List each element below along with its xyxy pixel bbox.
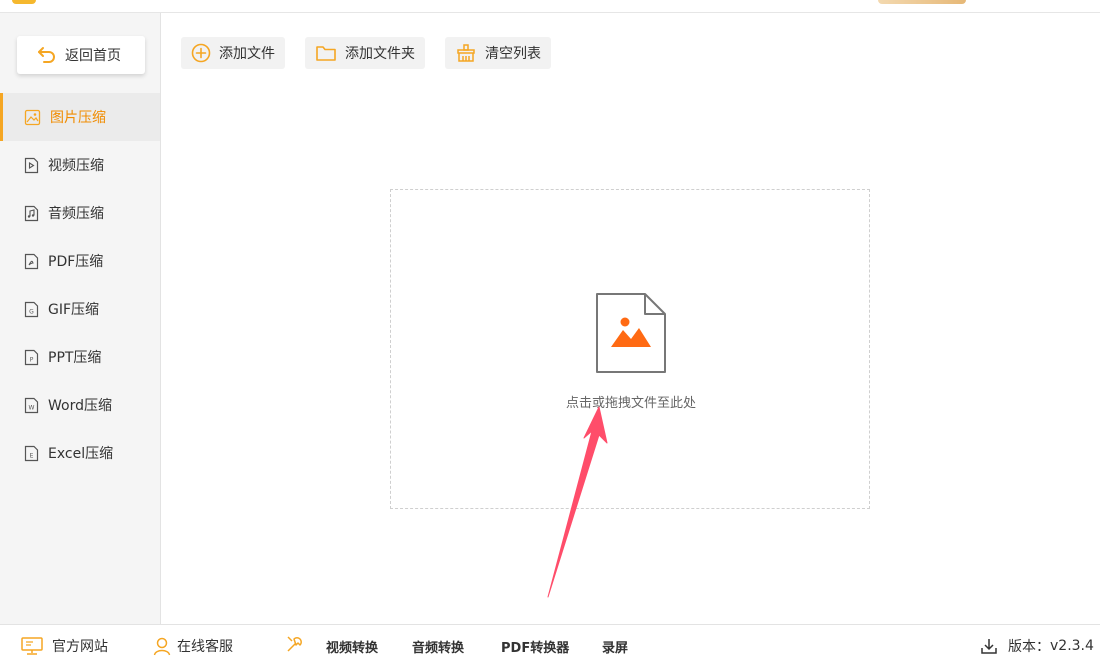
audio-convert-label: 音频转换 (412, 640, 465, 656)
sidebar-item-label: Word压缩 (48, 398, 112, 414)
plus-circle-icon (191, 43, 211, 63)
user-icon (152, 636, 172, 656)
version-label: 版本： (1008, 639, 1050, 655)
add-file-label: 添加文件 (219, 46, 275, 62)
sidebar-item-excel[interactable]: E Excel压缩 (0, 429, 160, 477)
svg-text:W: W (29, 404, 35, 411)
audio-file-icon (24, 205, 39, 222)
title-bar (0, 0, 1100, 13)
drop-hint: 点击或拖拽文件至此处 (565, 396, 696, 411)
clear-list-button[interactable]: 清空列表 (445, 37, 551, 69)
website-link[interactable]: 官方网站 (20, 625, 108, 666)
sidebar-item-pdf[interactable]: PDF压缩 (0, 237, 160, 285)
support-label: 在线客服 (177, 639, 233, 655)
pdf-converter-link[interactable]: PDF转换器 (501, 625, 569, 666)
sidebar-item-gif[interactable]: G GIF压缩 (0, 285, 160, 333)
audio-convert-link[interactable]: 音频转换 (412, 625, 464, 666)
excel-file-icon: E (24, 445, 39, 462)
screen-record-label: 录屏 (602, 640, 629, 656)
broom-icon (455, 43, 477, 63)
pdf-file-icon (24, 253, 39, 270)
website-label: 官方网站 (52, 639, 108, 655)
gif-file-icon: G (24, 301, 39, 318)
version-info[interactable]: 版本： v2.3.4 (980, 625, 1094, 666)
video-convert-link[interactable]: 视频转换 (326, 625, 378, 666)
clear-list-label: 清空列表 (485, 46, 541, 62)
top-pill-button[interactable] (878, 0, 966, 4)
sidebar-item-audio[interactable]: 音频压缩 (0, 189, 160, 237)
sidebar-item-word[interactable]: W Word压缩 (0, 381, 160, 429)
word-file-icon: W (24, 397, 39, 414)
add-file-button[interactable]: 添加文件 (181, 37, 285, 69)
add-folder-label: 添加文件夹 (345, 46, 415, 62)
file-drop-zone[interactable]: 点击或拖拽文件至此处 (390, 189, 870, 509)
support-link[interactable]: 在线客服 (152, 625, 233, 666)
back-home-button[interactable]: 返回首页 (17, 36, 145, 74)
ppt-file-icon: P (24, 349, 39, 366)
sidebar-item-label: 图片压缩 (50, 110, 106, 126)
status-bar: 官方网站 在线客服 视频转换 音频转换 PDF转换器 录屏 版本： v2.3.4 (0, 624, 1100, 666)
version-value: v2.3.4 (1050, 638, 1094, 654)
svg-text:E: E (30, 452, 34, 459)
sidebar-item-image[interactable]: 图片压缩 (0, 93, 160, 141)
sidebar-item-label: 音频压缩 (48, 206, 104, 222)
sidebar-item-ppt[interactable]: P PPT压缩 (0, 333, 160, 381)
monitor-icon (20, 636, 44, 656)
sidebar-item-label: PDF压缩 (48, 254, 104, 270)
svg-text:G: G (29, 308, 34, 315)
sidebar-item-label: Excel压缩 (48, 446, 114, 462)
app-logo (12, 0, 36, 4)
sidebar-item-video[interactable]: 视频压缩 (0, 141, 160, 189)
tools-icon (284, 633, 306, 655)
sidebar-item-label: PPT压缩 (48, 350, 102, 366)
video-file-icon (24, 157, 39, 174)
pdf-converter-label: PDF转换器 (501, 640, 570, 656)
sidebar-item-label: GIF压缩 (48, 302, 100, 318)
sidebar-nav: 图片压缩 视频压缩 音频压缩 PDF压缩 G GIF压缩 P PPT压缩 W W… (0, 93, 160, 477)
image-document-icon (595, 292, 667, 374)
sidebar-item-label: 视频压缩 (48, 158, 104, 174)
folder-icon (315, 43, 337, 63)
svg-text:P: P (30, 356, 34, 363)
video-convert-label: 视频转换 (326, 640, 379, 656)
return-arrow-icon (37, 46, 57, 64)
toolbar: 添加文件 添加文件夹 清空列表 (181, 37, 571, 69)
pointer-arrow-icon (540, 405, 610, 600)
download-icon (980, 637, 998, 655)
sidebar: 返回首页 图片压缩 视频压缩 音频压缩 PDF压缩 G GIF压缩 P PPT压… (0, 13, 161, 624)
screen-record-link[interactable]: 录屏 (602, 625, 628, 666)
add-folder-button[interactable]: 添加文件夹 (305, 37, 425, 69)
image-file-icon (24, 109, 41, 126)
back-home-label: 返回首页 (65, 48, 121, 64)
